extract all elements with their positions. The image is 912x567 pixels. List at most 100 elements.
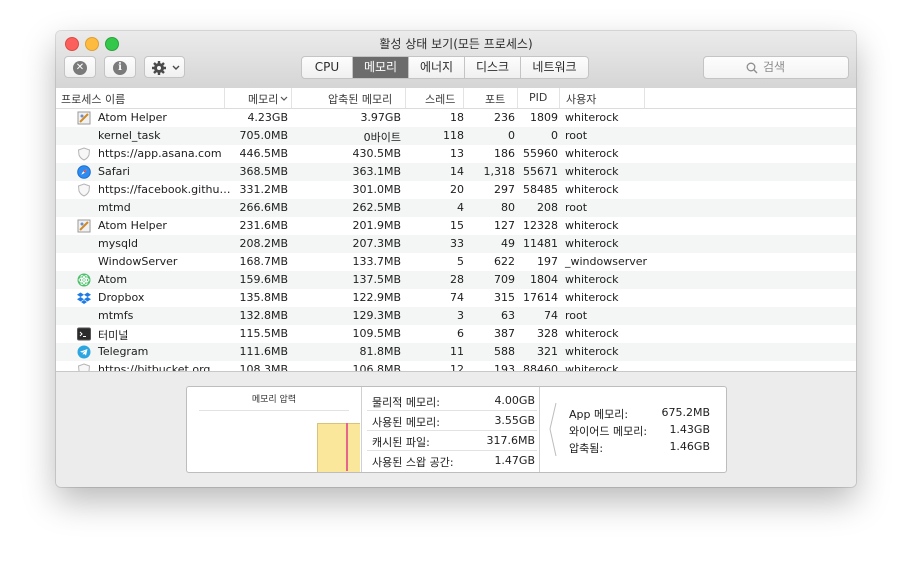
cell-process-name: Atom [98,273,128,286]
cell-pid: 321 [537,345,558,358]
cell-ports: 622 [494,255,515,268]
column-header-user[interactable]: 사용자 [566,91,596,107]
cell-pid: 1804 [530,273,558,286]
used-memory-value: 3.55GB [494,414,535,427]
tab-memory[interactable]: 메모리 [353,57,409,78]
cell-user: whiterock [565,291,619,304]
cell-process-name: 터미널 [98,329,129,342]
cell-user: whiterock [565,183,619,196]
gear-icon [152,61,166,75]
table-row[interactable]: Atom Helper 231.6MB 201.9MB 15 127 12328 white… [56,217,856,235]
tab-network[interactable]: 네트워크 [521,57,588,78]
cell-memory: 159.6MB [239,273,288,286]
cell-memory: 115.5MB [239,327,288,340]
table-row[interactable]: mysqld 208.2MB 207.3MB 33 49 11481 whiterock [56,235,856,253]
inspect-process-button[interactable]: i [104,56,136,78]
search-field[interactable]: 검색 [703,56,849,79]
cell-ports: 297 [494,183,515,196]
cell-compressed-memory: 363.1MB [352,165,401,178]
wired-memory-label: 와이어드 메모리: [569,425,648,438]
swap-used-label: 사용된 스왑 공간: [372,456,454,469]
cell-pid: 74 [544,309,558,322]
cell-process-name: Atom Helper [98,111,167,124]
cell-compressed-memory: 122.9MB [352,291,401,304]
process-table: Atom Helper 4.23GB 3.97GB 18 236 1809 whiteroc… [56,109,856,371]
column-header-ports[interactable]: 포트 [485,91,505,107]
cell-threads: 5 [457,255,464,268]
cell-process-name: kernel_task [98,129,161,142]
cell-ports: 63 [501,309,515,322]
shield-icon [77,183,91,197]
compressed-memory-value: 1.46GB [669,440,710,453]
cell-memory: 108.3MB [239,363,288,371]
table-row[interactable]: mtmd 266.6MB 262.5MB 4 80 208 root [56,199,856,217]
tab-energy[interactable]: 에너지 [409,57,465,78]
cell-process-name: Telegram [98,345,149,358]
cell-ports: 49 [501,237,515,250]
table-row[interactable]: https://facebook.githu… 331.2MB 301.0MB 20 2… [56,181,856,199]
window-title: 활성 상태 보기(모든 프로세스) [379,37,533,51]
cell-user: whiterock [565,327,619,340]
cell-pid: 55960 [523,147,558,160]
cell-ports: 193 [494,363,515,371]
table-row[interactable]: https://bitbucket.org 108.3MB 106.8MB 12 193… [56,361,856,371]
cell-threads: 3 [457,309,464,322]
column-header-name[interactable]: 프로세스 이름 [61,91,125,107]
action-menu-button[interactable] [144,56,185,78]
compressed-memory-label: 압축됨: [569,442,604,455]
cell-process-name: mtmd [98,201,131,214]
column-header-threads[interactable]: 스레드 [425,91,455,107]
cached-files-label: 캐시된 파일: [372,436,430,449]
table-row[interactable]: kernel_task 705.0MB 0바이트 118 0 0 root [56,127,856,145]
column-header-pid[interactable]: PID [529,91,547,104]
table-row[interactable]: Safari 368.5MB 363.1MB 14 1,318 55671 whiteroc… [56,163,856,181]
cell-pid: 1809 [530,111,558,124]
app-memory-value: 675.2MB [661,406,710,419]
physical-memory-label: 물리적 메모리: [372,396,440,409]
cell-pid: 208 [537,201,558,214]
cell-user: root [565,309,588,322]
cell-memory: 208.2MB [239,237,288,250]
cell-threads: 4 [457,201,464,214]
quit-process-button[interactable]: ✕ [64,56,96,78]
cell-user: whiterock [565,273,619,286]
tab-disk[interactable]: 디스크 [465,57,521,78]
cell-pid: 17614 [523,291,558,304]
cell-pid: 11481 [523,237,558,250]
table-row[interactable]: https://app.asana.com 446.5MB 430.5MB 13 186… [56,145,856,163]
table-row[interactable]: Dropbox 135.8MB 122.9MB 74 315 17614 whiterock [56,289,856,307]
telegram-icon [77,345,91,359]
cell-memory: 231.6MB [239,219,288,232]
cell-ports: 127 [494,219,515,232]
cell-threads: 74 [450,291,464,304]
cell-memory: 331.2MB [239,183,288,196]
cell-memory: 4.23GB [247,111,288,124]
column-header-compressed[interactable]: 압축된 메모리 [328,91,392,107]
cell-ports: 0 [508,129,515,142]
cell-compressed-memory: 262.5MB [352,201,401,214]
tab-cpu[interactable]: CPU [302,57,353,78]
cell-process-name: Atom Helper [98,219,167,232]
cell-pid: 0 [551,129,558,142]
used-memory-label: 사용된 메모리: [372,416,440,429]
table-row[interactable]: Atom Helper 4.23GB 3.97GB 18 236 1809 whiteroc… [56,109,856,127]
cell-compressed-memory: 0바이트 [363,131,401,144]
cell-threads: 28 [450,273,464,286]
table-row[interactable]: WindowServer 168.7MB 133.7MB 5 622 197 _window… [56,253,856,271]
search-icon [746,62,758,74]
cell-user: whiterock [565,363,619,371]
table-row[interactable]: mtmfs 132.8MB 129.3MB 3 63 74 root [56,307,856,325]
cell-memory: 266.6MB [239,201,288,214]
column-header-memory[interactable]: 메모리 [248,91,278,107]
table-header: 프로세스 이름 메모리 압축된 메모리 스레드 포트 PID 사용자 [56,88,856,109]
view-tabs: CPU 메모리 에너지 디스크 네트워크 [301,56,589,79]
cell-compressed-memory: 3.97GB [360,111,401,124]
table-row[interactable]: 터미널 115.5MB 109.5MB 6 387 328 whiterock [56,325,856,343]
table-row[interactable]: Atom 159.6MB 137.5MB 28 709 1804 whiterock [56,271,856,289]
cell-threads: 33 [450,237,464,250]
cell-memory: 705.0MB [239,129,288,142]
cell-user: whiterock [565,147,619,160]
table-row[interactable]: Telegram 111.6MB 81.8MB 11 588 321 whiterock [56,343,856,361]
cell-memory: 168.7MB [239,255,288,268]
cell-process-name: mtmfs [98,309,134,322]
